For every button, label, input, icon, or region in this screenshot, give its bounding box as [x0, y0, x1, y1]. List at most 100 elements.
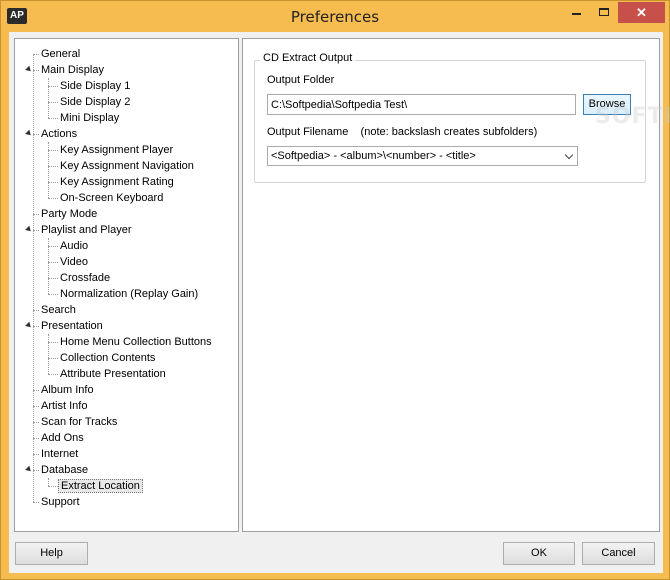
tree-connector	[48, 358, 58, 359]
expanded-triangle-icon[interactable]	[25, 321, 33, 330]
tree-connector	[48, 166, 58, 167]
watermark: SOFTPEDIA	[595, 104, 670, 129]
tree-item-label: Scan for Tracks	[41, 416, 118, 428]
dialog-client-area: General Main Display Side Display 1 Side Di…	[9, 32, 670, 573]
tree-item[interactable]: Main Display	[39, 62, 106, 78]
title-bar[interactable]: AP Preferences ✕	[1, 1, 669, 32]
tree-item-label: Audio	[60, 240, 89, 252]
output-folder-input[interactable]: C:\Softpedia\Softpedia Test\	[267, 94, 576, 115]
tree-item-label: Album Info	[41, 384, 94, 396]
tree-item-label: Main Display	[41, 64, 104, 76]
close-button[interactable]: ✕	[618, 2, 665, 23]
tree-item[interactable]: Search	[39, 302, 78, 318]
tree-item[interactable]: On-Screen Keyboard	[58, 190, 165, 206]
tree-connector	[48, 294, 58, 295]
tree-connector	[48, 486, 58, 487]
group-title: CD Extract Output	[260, 52, 356, 64]
tree-item-label: Support	[41, 496, 80, 508]
tree-item-label: Mini Display	[60, 112, 120, 124]
tree-item-label: Artist Info	[41, 400, 88, 412]
tree-item[interactable]: Key Assignment Navigation	[58, 158, 196, 174]
chevron-down-icon[interactable]	[564, 150, 574, 160]
tree-connector	[48, 118, 58, 119]
tree-connector	[48, 182, 58, 183]
tree-item-label: Presentation	[41, 320, 103, 332]
tree-connector	[48, 198, 58, 199]
tree-connector	[48, 150, 58, 151]
tree-item-label: Add Ons	[41, 432, 84, 444]
expanded-triangle-icon[interactable]	[25, 465, 33, 474]
tree-item[interactable]: Side Display 2	[58, 94, 132, 110]
help-button[interactable]: Help	[15, 542, 88, 565]
tree-item[interactable]: Extract Location	[58, 478, 143, 494]
expanded-triangle-icon[interactable]	[25, 225, 33, 234]
tree-item[interactable]: Album Info	[39, 382, 96, 398]
tree-item[interactable]: Mini Display	[58, 110, 121, 126]
tree-item-label: Actions	[41, 128, 78, 140]
tree-connector	[48, 334, 49, 374]
tree-item[interactable]: Normalization (Replay Gain)	[58, 286, 200, 302]
preferences-tree[interactable]: General Main Display Side Display 1 Side Di…	[14, 38, 239, 532]
tree-item-label: Playlist and Player	[41, 224, 132, 236]
tree-item-label: Database	[41, 464, 89, 476]
settings-panel: CD Extract Output Output Folder C:\Softp…	[242, 38, 670, 532]
tree-item[interactable]: General	[39, 46, 82, 62]
tree-item[interactable]: Support	[39, 494, 82, 510]
tree-connector	[48, 142, 49, 198]
maximize-button[interactable]	[591, 2, 617, 23]
tree-item-label: Crossfade	[60, 272, 111, 284]
tree-connector	[33, 502, 39, 503]
preferences-window: AP Preferences ✕ General Main Display Side…	[0, 0, 670, 580]
tree-item[interactable]: Artist Info	[39, 398, 89, 414]
tree-item-label: Key Assignment Rating	[60, 176, 174, 188]
tree-item[interactable]: Audio	[58, 238, 90, 254]
tree-item[interactable]: Scan for Tracks	[39, 414, 119, 430]
tree-item-label: Key Assignment Navigation	[60, 160, 194, 172]
minimize-button[interactable]	[563, 2, 589, 23]
tree-item[interactable]: Playlist and Player	[39, 222, 134, 238]
tree-item[interactable]: Internet	[39, 446, 80, 462]
tree-item-label: Home Menu Collection Buttons	[60, 336, 212, 348]
tree-item[interactable]: Add Ons	[39, 430, 86, 446]
ok-button[interactable]: OK	[503, 542, 575, 565]
tree-item-label: Search	[41, 304, 76, 316]
tree-item[interactable]: Crossfade	[58, 270, 112, 286]
tree-connector	[48, 262, 58, 263]
tree-item[interactable]: Party Mode	[39, 206, 99, 222]
tree-item-label: On-Screen Keyboard	[60, 192, 164, 204]
cancel-button[interactable]: Cancel	[582, 542, 655, 565]
tree-connector	[48, 78, 49, 118]
tree-connector	[48, 246, 58, 247]
tree-connector	[48, 86, 58, 87]
tree-item[interactable]: Key Assignment Rating	[58, 174, 176, 190]
tree-connector	[33, 54, 34, 502]
tree-connector	[48, 278, 58, 279]
tree-item-label: Key Assignment Player	[60, 144, 174, 156]
tree-item[interactable]: Presentation	[39, 318, 105, 334]
tree-item-label: Collection Contents	[60, 352, 156, 364]
tree-item-label: Party Mode	[41, 208, 98, 220]
tree-item[interactable]: Video	[58, 254, 90, 270]
output-filename-select[interactable]: <Softpedia> - <album>\<number> - <title>	[267, 146, 578, 166]
tree-item-label: Attribute Presentation	[60, 368, 166, 380]
tree-item-label: Side Display 2	[60, 96, 131, 108]
tree-item-label: Side Display 1	[60, 80, 131, 92]
tree-item[interactable]: Database	[39, 462, 90, 478]
tree-item[interactable]: Home Menu Collection Buttons	[58, 334, 214, 350]
tree-item[interactable]: Actions	[39, 126, 79, 142]
expanded-triangle-icon[interactable]	[25, 65, 33, 74]
output-folder-label: Output Folder	[267, 74, 335, 86]
tree-connector	[48, 478, 49, 486]
tree-item[interactable]: Attribute Presentation	[58, 366, 168, 382]
tree-item[interactable]: Key Assignment Player	[58, 142, 175, 158]
tree-item[interactable]: Side Display 1	[58, 78, 132, 94]
expanded-triangle-icon[interactable]	[25, 129, 33, 138]
close-icon: ✕	[636, 5, 647, 20]
minimize-icon	[571, 13, 581, 16]
tree-connector	[48, 342, 58, 343]
output-filename-value: <Softpedia> - <album>\<number> - <title>	[271, 150, 476, 162]
tree-item[interactable]: Collection Contents	[58, 350, 157, 366]
tree-connector	[48, 374, 58, 375]
tree-item-label: Internet	[41, 448, 79, 460]
maximize-icon	[599, 8, 609, 17]
